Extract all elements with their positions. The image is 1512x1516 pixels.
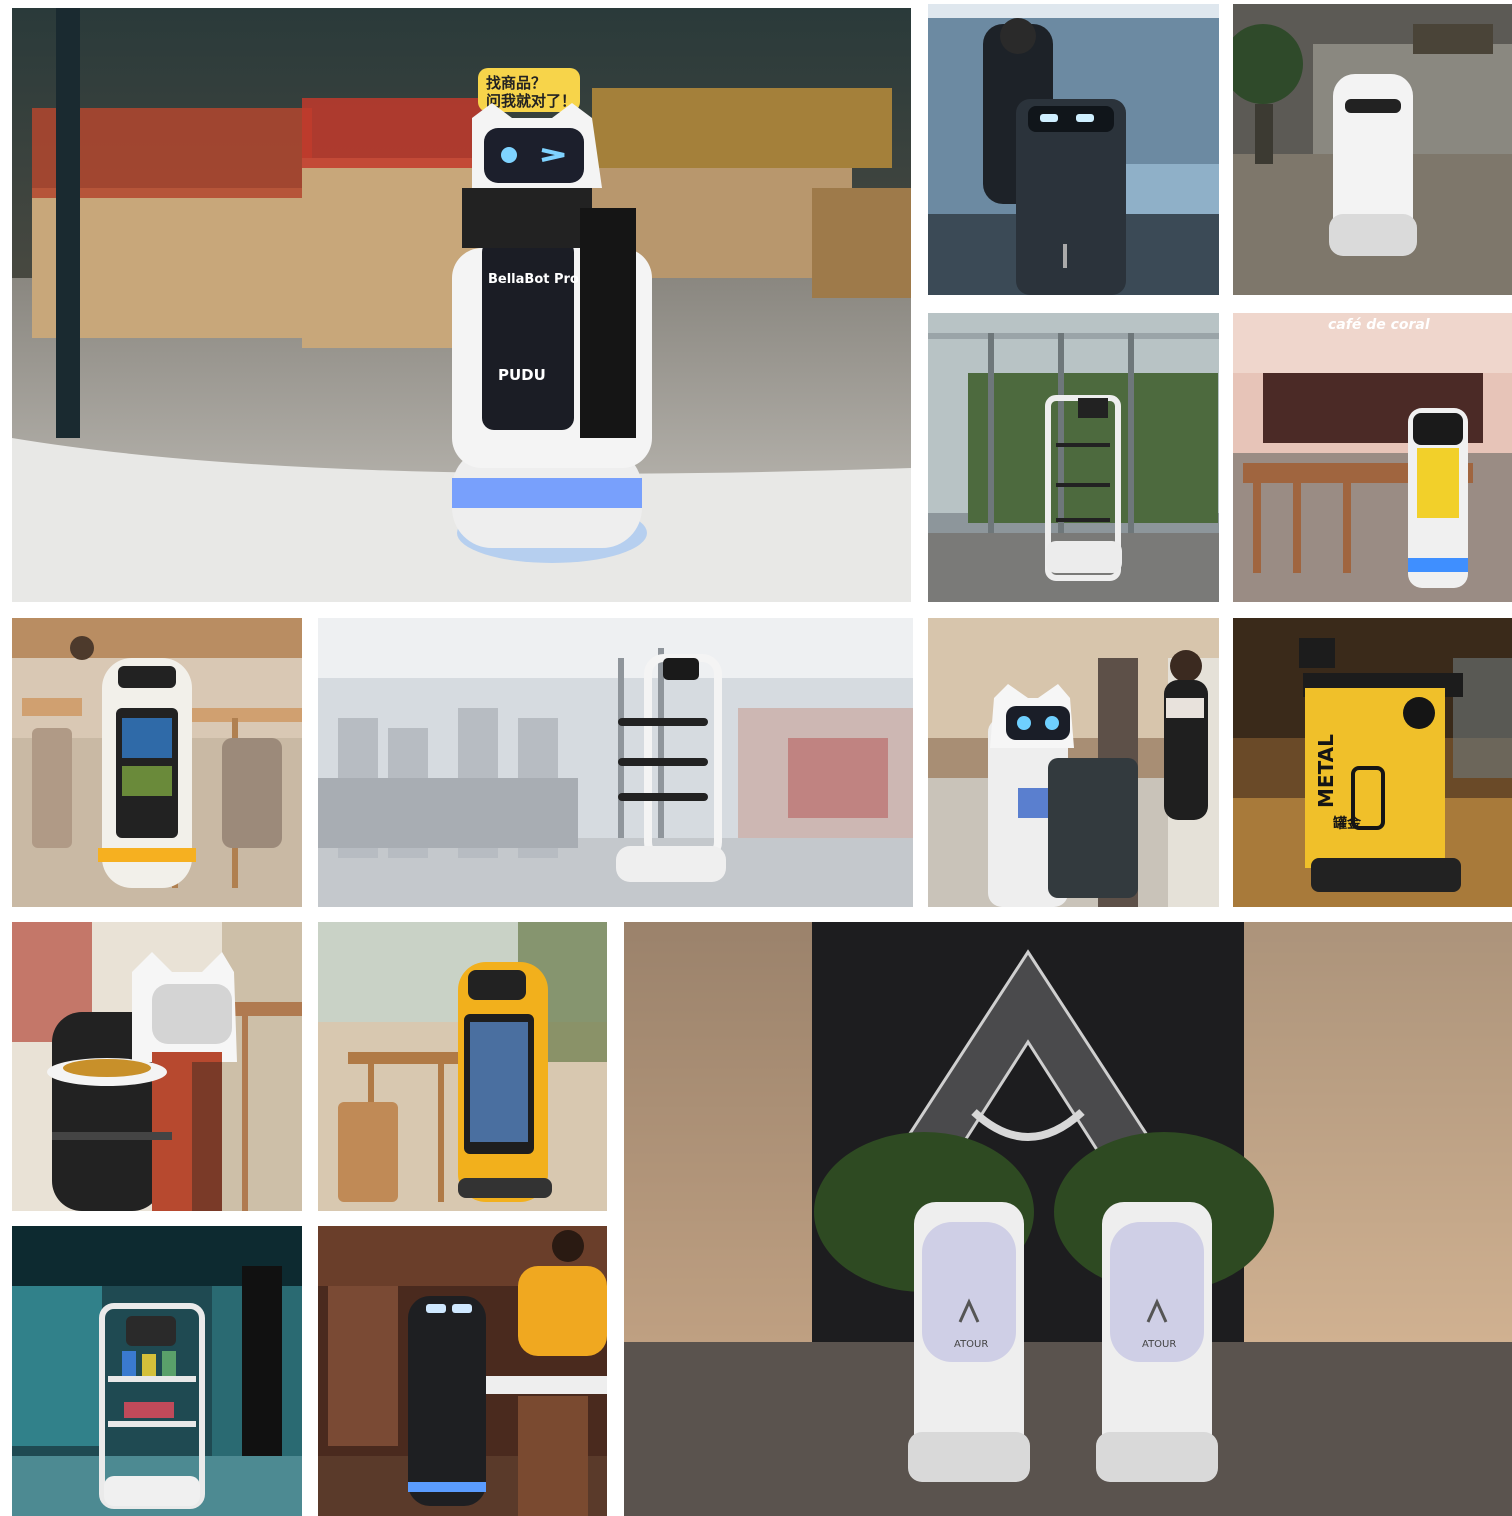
robot-brand-right: ATOUR <box>1142 1339 1176 1350</box>
robot-brand-left: ATOUR <box>954 1339 988 1350</box>
photo-wood-restaurant-robot <box>318 1226 607 1516</box>
photo-yellow-robot-window <box>318 922 607 1211</box>
photo-supermarket-bellabot: 找商品？ 问我就对了！ BellaBot Pro PUDU <box>12 8 911 602</box>
photo-cat-robot-food-plate <box>12 922 302 1211</box>
photo-neon-store-robot <box>12 1226 302 1516</box>
robot-sign-line2: 问我就对了！ <box>486 92 576 110</box>
cafe-sign: café de coral <box>1328 317 1430 333</box>
bin-label-en: METAL <box>1314 734 1338 808</box>
photo-cat-face-robot-woman <box>928 618 1219 907</box>
photo-white-robot-lobby <box>1233 4 1512 295</box>
robot-screen-brand: PUDU <box>498 366 546 384</box>
photo-man-dark-robot <box>928 4 1219 295</box>
photo-restaurant-yellow-robot <box>12 618 302 907</box>
photo-factory-tray-robot <box>318 618 913 907</box>
photo-atour-hotel-robots: ATOUR ATOUR <box>624 922 1512 1516</box>
photo-metal-bin-robot: METAL 罐金 <box>1233 618 1512 907</box>
robot-sign-line1: 找商品？ <box>486 74 546 92</box>
robot-screen-title: BellaBot Pro <box>488 272 579 287</box>
photo-outdoor-tray-robot <box>928 313 1219 602</box>
photo-cafe-de-coral-robot: café de coral <box>1233 313 1512 602</box>
